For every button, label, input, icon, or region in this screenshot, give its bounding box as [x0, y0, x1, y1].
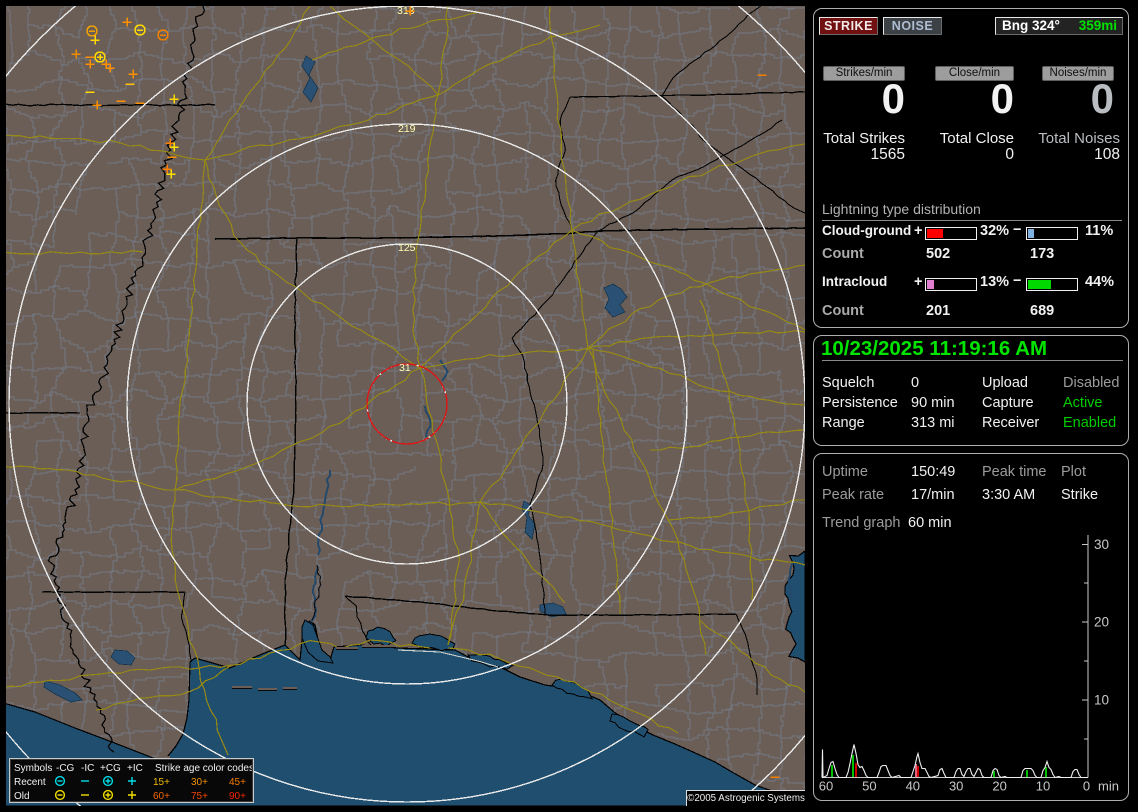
- svg-text:20: 20: [1094, 615, 1109, 630]
- svg-text:Recent: Recent: [14, 777, 46, 788]
- svg-text:45+: 45+: [229, 777, 246, 788]
- svg-text:Symbols: Symbols: [14, 763, 52, 774]
- svg-text:min: min: [1098, 779, 1119, 794]
- svg-text:0: 0: [1083, 779, 1090, 794]
- svg-text:30: 30: [1094, 537, 1109, 552]
- svg-text:31: 31: [399, 362, 411, 374]
- svg-text:219: 219: [398, 123, 416, 135]
- svg-text:15+: 15+: [153, 777, 170, 788]
- svg-text:30: 30: [949, 779, 963, 794]
- svg-text:60: 60: [819, 779, 833, 794]
- svg-text:10: 10: [1094, 693, 1109, 708]
- svg-text:60+: 60+: [153, 791, 170, 802]
- svg-text:50: 50: [862, 779, 876, 794]
- svg-text:-IC: -IC: [81, 763, 94, 774]
- svg-text:125: 125: [398, 242, 416, 254]
- svg-text:40: 40: [906, 779, 920, 794]
- svg-text:Old: Old: [14, 791, 30, 802]
- svg-text:20: 20: [992, 779, 1006, 794]
- svg-text:75+: 75+: [191, 791, 208, 802]
- svg-text:+CG: +CG: [100, 763, 121, 774]
- svg-text:90+: 90+: [229, 791, 246, 802]
- svg-text:30+: 30+: [191, 777, 208, 788]
- svg-text:-CG: -CG: [56, 763, 75, 774]
- svg-text:+IC: +IC: [127, 763, 143, 774]
- svg-text:10: 10: [1036, 779, 1050, 794]
- svg-text:Strike age color codes: Strike age color codes: [155, 763, 253, 774]
